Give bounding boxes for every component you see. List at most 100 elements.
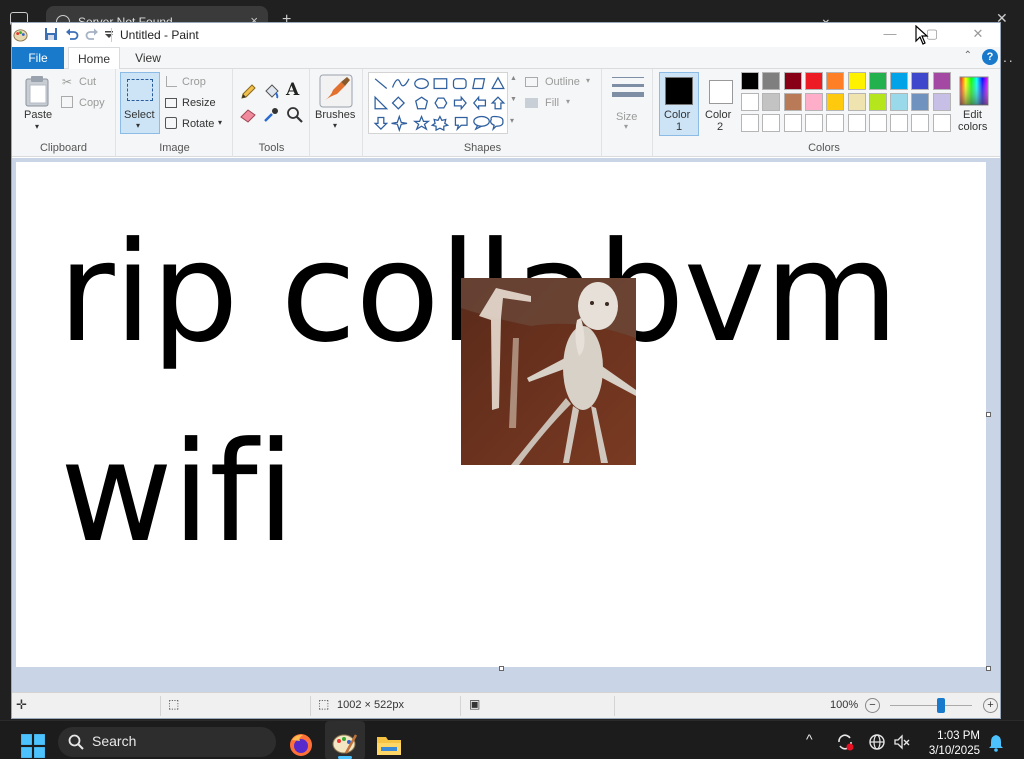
shapes-scroll-down-icon[interactable]: ▼ (510, 96, 517, 103)
palette-swatch[interactable] (826, 72, 845, 90)
fill-dropdown-icon[interactable]: ▾ (566, 97, 570, 106)
outline-button[interactable]: Outline (545, 76, 580, 88)
text-tool-icon[interactable]: A (286, 80, 299, 100)
palette-swatch[interactable] (932, 114, 951, 132)
brushes-dropdown-icon[interactable]: ▾ (333, 121, 337, 130)
firefox-icon[interactable] (288, 732, 314, 758)
collapse-ribbon-button[interactable]: ⌃ (964, 50, 972, 61)
fill-bucket-icon[interactable] (262, 83, 280, 101)
palette-swatch[interactable] (868, 93, 887, 111)
palette-swatch[interactable] (804, 72, 823, 90)
palette-swatch[interactable] (868, 72, 887, 90)
sync-icon[interactable] (836, 733, 854, 751)
taskbar-search[interactable]: Search (58, 727, 276, 757)
palette-swatch[interactable] (741, 114, 759, 132)
palette-swatch[interactable] (826, 93, 845, 111)
crop-button[interactable]: Crop (182, 76, 206, 88)
edit-colors-label-line2[interactable]: colors (958, 121, 987, 133)
tab-home[interactable]: Home (68, 47, 120, 70)
rotate-button[interactable]: Rotate (182, 118, 214, 130)
size-dropdown-icon[interactable]: ▾ (624, 122, 628, 131)
palette-swatch[interactable] (847, 114, 866, 132)
palette-swatch[interactable] (911, 114, 930, 132)
customize-toolbar-icon[interactable] (104, 27, 114, 41)
resize-handle-corner[interactable] (986, 666, 991, 671)
zoom-out-button[interactable]: − (865, 698, 880, 713)
palette-swatch[interactable] (868, 114, 887, 132)
select-dropdown-icon[interactable]: ▾ (136, 121, 140, 130)
pencil-icon[interactable] (239, 83, 257, 101)
title-bar: Untitled - Paint — ▢ ✕ (12, 23, 1000, 47)
palette-swatch[interactable] (741, 93, 759, 111)
redo-icon[interactable] (85, 27, 99, 41)
palette-swatch[interactable] (783, 72, 802, 90)
clock[interactable]: 1:03 PM 3/10/2025 (929, 729, 980, 759)
palette-swatch[interactable] (932, 93, 951, 111)
brushes-button[interactable]: Brushes (315, 109, 355, 121)
palette-swatch[interactable] (783, 114, 802, 132)
palette-swatch[interactable] (890, 93, 909, 111)
show-hidden-icons-button[interactable]: ^ (806, 731, 813, 747)
palette-swatch[interactable] (847, 72, 866, 90)
palette-swatch[interactable] (826, 114, 845, 132)
palette-swatch[interactable] (804, 93, 823, 111)
zoom-in-button[interactable]: + (983, 698, 998, 713)
resize-handle-bottom[interactable] (499, 666, 504, 671)
tab-file[interactable]: File (12, 47, 64, 69)
divider (111, 28, 112, 42)
save-icon[interactable] (44, 27, 58, 41)
paste-icon[interactable] (24, 75, 52, 107)
paste-dropdown-icon[interactable]: ▾ (35, 122, 39, 131)
close-button[interactable]: ✕ (964, 25, 992, 43)
drawing-canvas[interactable]: rip collabvm wifi (16, 162, 986, 667)
tab-view[interactable]: View (126, 47, 170, 69)
shapes-expand-icon[interactable]: ▾ (510, 116, 514, 125)
clipboard-group: Paste ▾ ✂ Cut Copy Clipboard (12, 69, 116, 157)
shapes-scroll-up-icon[interactable]: ▲ (510, 75, 517, 82)
palette-swatch[interactable] (762, 72, 781, 90)
help-button[interactable]: ? (982, 49, 998, 65)
palette-swatch[interactable] (890, 114, 909, 132)
color-picker-icon[interactable] (262, 106, 280, 124)
brush-icon[interactable] (319, 74, 353, 108)
palette-swatch[interactable] (847, 93, 866, 111)
palette-swatch[interactable] (804, 114, 823, 132)
start-button-icon[interactable] (20, 733, 46, 759)
resize-button[interactable]: Resize (182, 97, 216, 109)
outline-dropdown-icon[interactable]: ▾ (586, 76, 590, 85)
palette-swatch[interactable] (762, 114, 781, 132)
notification-bell-icon[interactable] (988, 734, 1004, 752)
palette-swatch[interactable] (762, 93, 781, 111)
palette-swatch[interactable] (911, 72, 930, 90)
fill-button[interactable]: Fill (545, 97, 559, 109)
shapes-gallery[interactable] (368, 72, 508, 134)
color2-button[interactable] (709, 80, 733, 104)
rotate-dropdown-icon[interactable]: ▾ (218, 118, 222, 127)
resize-handle-right[interactable] (986, 412, 991, 417)
edit-colors-label-line1[interactable]: Edit (963, 109, 982, 121)
palette-swatch[interactable] (932, 72, 951, 90)
minimize-button[interactable]: — (876, 25, 904, 43)
paste-button[interactable]: Paste (24, 109, 52, 121)
palette-swatch[interactable] (911, 93, 930, 111)
copy-button[interactable]: Copy (79, 97, 105, 109)
paint-taskbar-button[interactable] (325, 721, 365, 759)
eraser-icon[interactable] (239, 106, 257, 124)
paint-window: Untitled - Paint — ▢ ✕ File Home View ⌃ … (11, 22, 1001, 719)
volume-muted-icon[interactable] (893, 733, 911, 751)
magnifier-icon[interactable] (286, 106, 304, 124)
zoom-slider-thumb[interactable] (937, 698, 945, 713)
canvas-size: 1002 × 522px (337, 699, 404, 711)
palette-swatch[interactable] (783, 93, 802, 111)
size-group[interactable]: Size ▾ (603, 69, 653, 157)
edit-colors-icon[interactable] (959, 76, 989, 106)
palette-swatch[interactable] (741, 72, 759, 90)
network-globe-icon[interactable] (868, 733, 886, 751)
undo-icon[interactable] (65, 27, 79, 41)
zoom-slider-track[interactable] (890, 705, 972, 706)
ribbon: Paste ▾ ✂ Cut Copy Clipboard Select ▾ Cr… (12, 69, 1000, 157)
palette-swatch[interactable] (890, 72, 909, 90)
cut-button[interactable]: Cut (79, 76, 96, 88)
file-explorer-icon[interactable] (376, 732, 402, 758)
size-line-thin (612, 77, 644, 78)
